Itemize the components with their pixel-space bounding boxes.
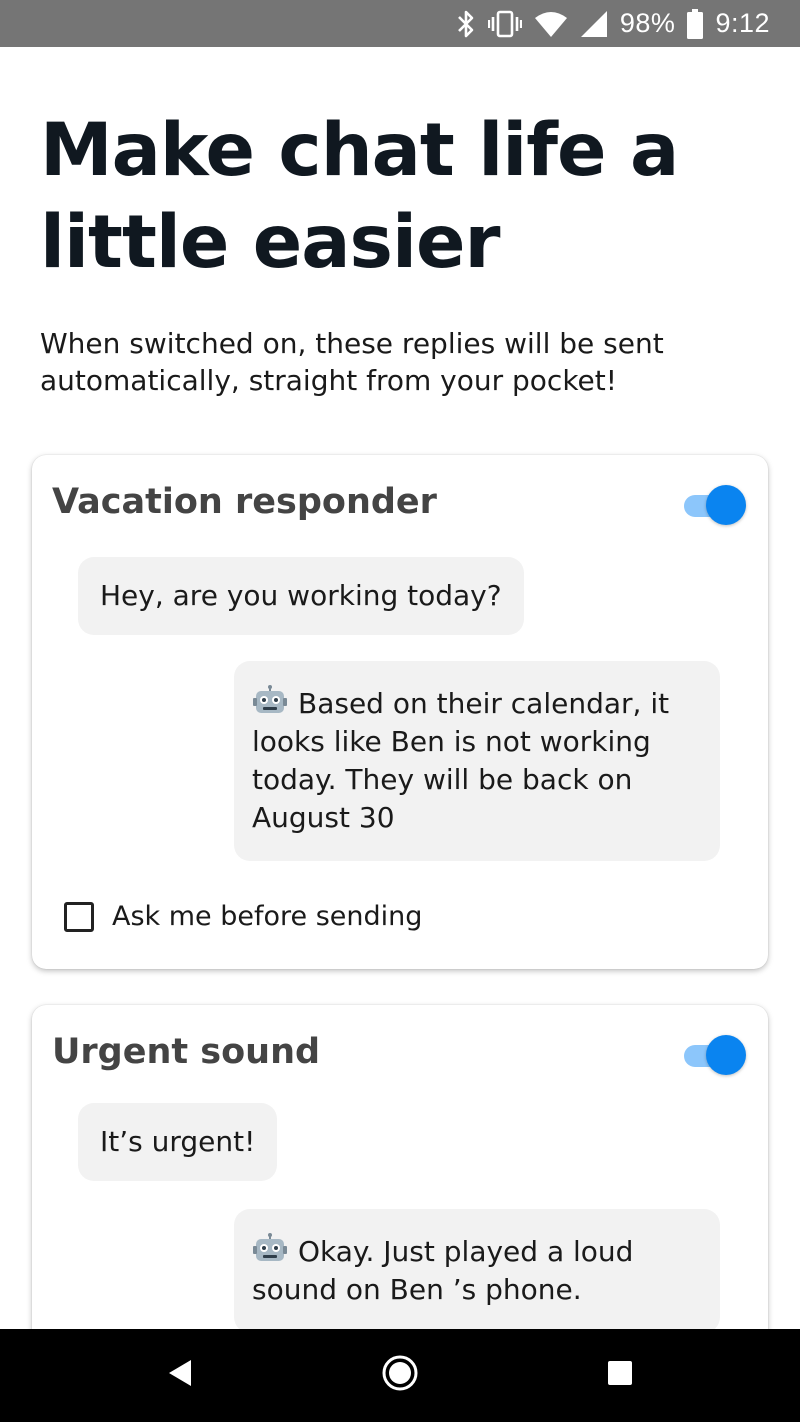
ask-before-sending-label: Ask me before sending bbox=[112, 901, 423, 932]
toggle-thumb bbox=[706, 1035, 746, 1075]
back-icon bbox=[167, 1359, 193, 1392]
bluetooth-icon bbox=[456, 9, 476, 39]
home-button[interactable] bbox=[340, 1329, 460, 1422]
signal-icon bbox=[580, 10, 608, 38]
auto-reply-bubble: Okay. Just played a loud sound on Ben ’s… bbox=[234, 1209, 720, 1329]
auto-reply-bubble: Based on their calendar, it looks like B… bbox=[234, 661, 720, 861]
home-icon bbox=[381, 1354, 419, 1397]
card-title: Urgent sound bbox=[52, 1032, 321, 1072]
ask-before-sending-row[interactable]: Ask me before sending bbox=[64, 901, 422, 932]
robot-icon bbox=[252, 1233, 288, 1265]
status-time: 9:12 bbox=[715, 8, 770, 38]
vibrate-icon bbox=[487, 9, 522, 39]
navigation-bar bbox=[0, 1329, 800, 1422]
incoming-message-text: It’s urgent! bbox=[100, 1125, 256, 1158]
page-title: Make chat life a little easier bbox=[40, 108, 679, 285]
status-bar: 98% 9:12 bbox=[0, 0, 800, 47]
auto-reply-text: Okay. Just played a loud sound on Ben ’s… bbox=[252, 1235, 634, 1306]
wifi-icon bbox=[534, 10, 568, 38]
ask-before-sending-checkbox[interactable] bbox=[64, 901, 94, 932]
incoming-message-text: Hey, are you working today? bbox=[100, 579, 502, 612]
urgent-sound-toggle[interactable] bbox=[682, 1033, 746, 1077]
incoming-message-bubble: Hey, are you working today? bbox=[78, 557, 524, 635]
card-title: Vacation responder bbox=[52, 482, 437, 522]
vacation-responder-toggle[interactable] bbox=[682, 483, 746, 527]
screen: 98% 9:12 Make chat life a little easier … bbox=[0, 0, 800, 1422]
recent-apps-icon bbox=[607, 1360, 633, 1391]
vacation-responder-card: Vacation responder Hey, are you working … bbox=[32, 455, 768, 969]
back-button[interactable] bbox=[120, 1329, 240, 1422]
main-content: Make chat life a little easier When swit… bbox=[0, 47, 800, 1329]
recent-apps-button[interactable] bbox=[560, 1329, 680, 1422]
incoming-message-bubble: It’s urgent! bbox=[78, 1103, 278, 1181]
page-subtitle: When switched on, these replies will be … bbox=[40, 327, 664, 397]
urgent-sound-card: Urgent sound It’s urgent! Okay. Just pla… bbox=[32, 1005, 768, 1329]
toggle-thumb bbox=[706, 485, 746, 525]
battery-percent: 98% bbox=[619, 8, 676, 38]
auto-reply-text: Based on their calendar, it looks like B… bbox=[252, 687, 670, 834]
robot-icon bbox=[252, 685, 288, 717]
battery-icon bbox=[687, 8, 704, 39]
